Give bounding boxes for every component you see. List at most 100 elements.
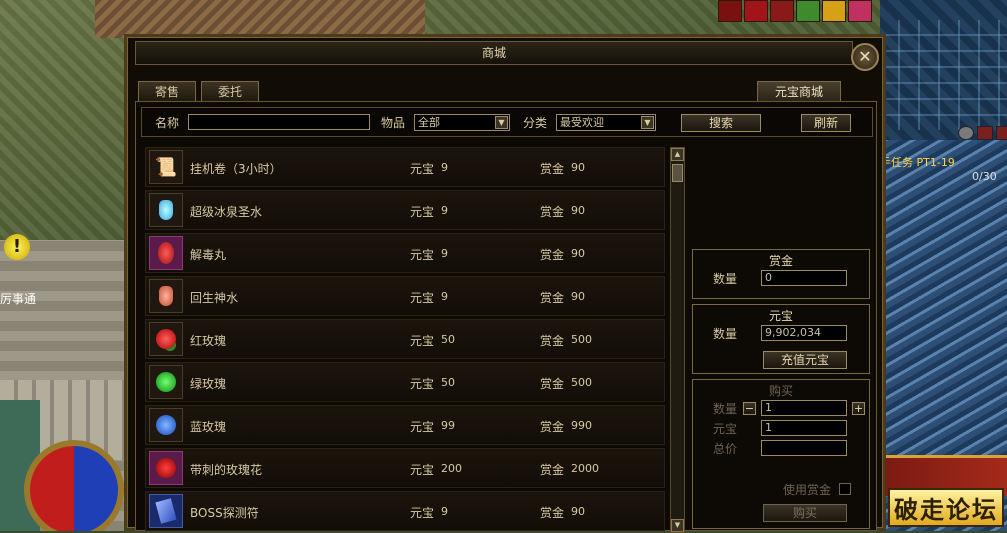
item-bounty: 500 bbox=[571, 376, 592, 389]
scroll-down-icon[interactable]: ▼ bbox=[671, 519, 684, 532]
minimap-toggle-button[interactable] bbox=[977, 126, 993, 140]
price-type: 元宝 bbox=[410, 506, 435, 520]
quest-tracker-text[interactable]: 手任务 PT1-19 bbox=[880, 154, 955, 170]
close-icon: ✕ bbox=[858, 47, 872, 66]
list-scrollbar[interactable]: ▲ ▼ bbox=[670, 147, 685, 533]
green-rose-icon bbox=[149, 365, 183, 399]
item-bounty: 90 bbox=[571, 204, 585, 217]
close-button[interactable]: ✕ bbox=[851, 43, 879, 71]
quest-count: 0/30 bbox=[972, 170, 997, 183]
yuanbao-qty-label: 数量 bbox=[713, 327, 738, 341]
list-item[interactable]: 回生神水 元宝 9 赏金 90 bbox=[145, 276, 665, 316]
item-bounty: 90 bbox=[571, 505, 585, 518]
scroll-icon: 📜 bbox=[149, 150, 183, 184]
item-label: 物品 bbox=[381, 116, 406, 130]
item-name: 回生神水 bbox=[190, 291, 239, 305]
list-item[interactable]: 解毒丸 元宝 9 赏金 90 bbox=[145, 233, 665, 273]
category-label: 分类 bbox=[523, 116, 548, 130]
category-select[interactable]: 最受欢迎 ▼ bbox=[556, 114, 656, 131]
bounty-type: 赏金 bbox=[540, 463, 565, 477]
shop-dialog: 商城 ✕ 寄售 委托 元宝商城 名称 物品 全部 ▼ 分类 最受欢迎 ▼ 搜索 … bbox=[124, 34, 886, 533]
list-item[interactable]: 绿玫瑰 元宝 50 赏金 500 bbox=[145, 362, 665, 402]
tab-consign[interactable]: 寄售 bbox=[138, 81, 196, 101]
use-bounty-checkbox[interactable] bbox=[839, 483, 851, 495]
blue-potion-icon bbox=[149, 193, 183, 227]
list-item[interactable]: 📜 挂机卷（3小时） 元宝 9 赏金 90 bbox=[145, 147, 665, 187]
buff-icon bbox=[770, 0, 794, 22]
buff-icon bbox=[822, 0, 846, 22]
tab-yuanbao-shop[interactable]: 元宝商城 bbox=[757, 81, 841, 101]
decrease-qty-button[interactable]: − bbox=[743, 402, 756, 415]
hp-mp-orb bbox=[24, 440, 124, 531]
buy-yuanbao-field: 1 bbox=[761, 420, 847, 436]
red-potion-icon bbox=[149, 279, 183, 313]
watermark-logo: 破走论坛 bbox=[888, 488, 1004, 527]
name-label: 名称 bbox=[155, 116, 180, 130]
category-select-value: 最受欢迎 bbox=[560, 116, 604, 129]
bounty-type: 赏金 bbox=[540, 334, 565, 348]
buy-qty-label: 数量 bbox=[713, 402, 738, 416]
dialog-title: 商城 bbox=[135, 41, 853, 65]
total-price-field bbox=[761, 440, 847, 456]
price-type: 元宝 bbox=[410, 205, 435, 219]
minimap-grid bbox=[880, 20, 1007, 130]
buff-icon bbox=[744, 0, 768, 22]
item-name: 挂机卷（3小时） bbox=[190, 162, 282, 176]
building-roof bbox=[95, 0, 425, 38]
buy-box: 购买 数量 − 1 + 元宝 1 总价 使用赏金 购买 bbox=[692, 379, 870, 529]
bounty-type: 赏金 bbox=[540, 162, 565, 176]
item-bounty: 90 bbox=[571, 290, 585, 303]
buy-button[interactable]: 购买 bbox=[763, 504, 847, 522]
list-item[interactable]: 带刺的玫瑰花 元宝 200 赏金 2000 bbox=[145, 448, 665, 488]
chevron-down-icon: ▼ bbox=[495, 116, 508, 129]
total-price-label: 总价 bbox=[713, 442, 738, 456]
yuanbao-balance-field: 9,902,034 bbox=[761, 325, 847, 341]
increase-qty-button[interactable]: + bbox=[852, 402, 865, 415]
search-button[interactable]: 搜索 bbox=[681, 114, 761, 132]
buy-qty-input[interactable]: 1 bbox=[761, 400, 847, 416]
bounty-type: 赏金 bbox=[540, 506, 565, 520]
scroll-up-icon[interactable]: ▲ bbox=[671, 148, 684, 161]
price-type: 元宝 bbox=[410, 334, 435, 348]
item-bounty: 90 bbox=[571, 247, 585, 260]
price-type: 元宝 bbox=[410, 463, 435, 477]
list-item[interactable]: 红玫瑰 元宝 50 赏金 500 bbox=[145, 319, 665, 359]
minimap-toggle-button[interactable] bbox=[996, 126, 1007, 140]
bounty-type: 赏金 bbox=[540, 291, 565, 305]
price-type: 元宝 bbox=[410, 377, 435, 391]
list-item[interactable]: 超级冰泉圣水 元宝 9 赏金 90 bbox=[145, 190, 665, 230]
item-price: 9 bbox=[441, 505, 448, 518]
item-name: 绿玫瑰 bbox=[190, 377, 227, 391]
thorn-rose-icon bbox=[149, 451, 183, 485]
item-bounty: 990 bbox=[571, 419, 592, 432]
minus-icon: − bbox=[744, 402, 755, 415]
item-price: 9 bbox=[441, 290, 448, 303]
quest-exclamation-icon[interactable]: ! bbox=[4, 234, 30, 260]
yuanbao-box: 元宝 数量 9,902,034 充值元宝 bbox=[692, 304, 870, 374]
scroll-thumb[interactable] bbox=[672, 164, 683, 182]
item-name: 红玫瑰 bbox=[190, 334, 227, 348]
item-select[interactable]: 全部 ▼ bbox=[414, 114, 510, 131]
tab-entrust[interactable]: 委托 bbox=[201, 81, 259, 101]
price-type: 元宝 bbox=[410, 291, 435, 305]
yuanbao-box-title: 元宝 bbox=[768, 309, 793, 323]
refresh-button[interactable]: 刷新 bbox=[801, 114, 851, 132]
item-price: 9 bbox=[441, 161, 448, 174]
bounty-qty-label: 数量 bbox=[713, 272, 738, 286]
talisman-icon bbox=[149, 494, 183, 528]
blue-rose-icon bbox=[149, 408, 183, 442]
buff-icon bbox=[796, 0, 820, 22]
minimap-zoom-button[interactable] bbox=[958, 126, 974, 140]
item-price: 9 bbox=[441, 247, 448, 260]
item-list: 📜 挂机卷（3小时） 元宝 9 赏金 90 超级冰泉圣水 元宝 9 赏金 90 … bbox=[145, 147, 669, 533]
item-price: 50 bbox=[441, 333, 455, 346]
list-item[interactable]: BOSS探测符 元宝 9 赏金 90 bbox=[145, 491, 665, 531]
item-price: 9 bbox=[441, 204, 448, 217]
bounty-type: 赏金 bbox=[540, 205, 565, 219]
recharge-button[interactable]: 充值元宝 bbox=[763, 351, 847, 369]
chevron-down-icon: ▼ bbox=[641, 116, 654, 129]
item-name: BOSS探测符 bbox=[190, 506, 259, 520]
name-search-input[interactable] bbox=[188, 114, 370, 130]
item-price: 50 bbox=[441, 376, 455, 389]
list-item[interactable]: 蓝玫瑰 元宝 99 赏金 990 bbox=[145, 405, 665, 445]
